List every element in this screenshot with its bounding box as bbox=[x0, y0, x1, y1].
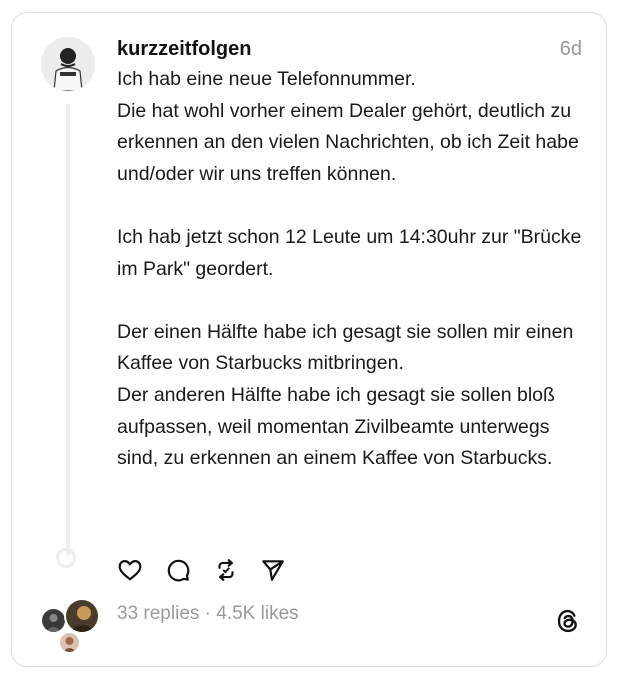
post-line: Der anderen Hälfte habe ich gesagt sie s… bbox=[117, 383, 555, 470]
threads-logo-icon[interactable] bbox=[554, 607, 582, 635]
post-line: Ich hab eine neue Telefonnummer. bbox=[117, 68, 416, 90]
send-icon[interactable] bbox=[260, 557, 286, 583]
heart-icon[interactable] bbox=[117, 557, 143, 583]
comment-icon[interactable] bbox=[165, 557, 191, 583]
post-stats[interactable]: 33 replies · 4.5K likes bbox=[117, 603, 299, 625]
replier-avatar bbox=[58, 631, 81, 654]
post-body: Ich hab eine neue Telefonnummer. Die hat… bbox=[117, 64, 592, 475]
replier-avatar bbox=[64, 598, 100, 634]
post-line: Ich hab jetzt schon 12 Leute um 14:30uhr… bbox=[117, 225, 582, 280]
username[interactable]: kurzzeitfolgen bbox=[117, 38, 251, 61]
avatar[interactable] bbox=[41, 37, 95, 91]
post-time: 6d bbox=[559, 38, 582, 60]
post-line: Der einen Hälfte habe ich gesagt sie sol… bbox=[117, 320, 574, 375]
thread-end-curl bbox=[56, 548, 76, 568]
repost-icon[interactable] bbox=[213, 557, 239, 583]
replier-avatars[interactable] bbox=[40, 598, 100, 654]
replier-avatar bbox=[40, 607, 67, 634]
thread-line bbox=[66, 104, 70, 556]
post-line: Die hat wohl vorher einem Dealer gehört,… bbox=[117, 99, 579, 185]
